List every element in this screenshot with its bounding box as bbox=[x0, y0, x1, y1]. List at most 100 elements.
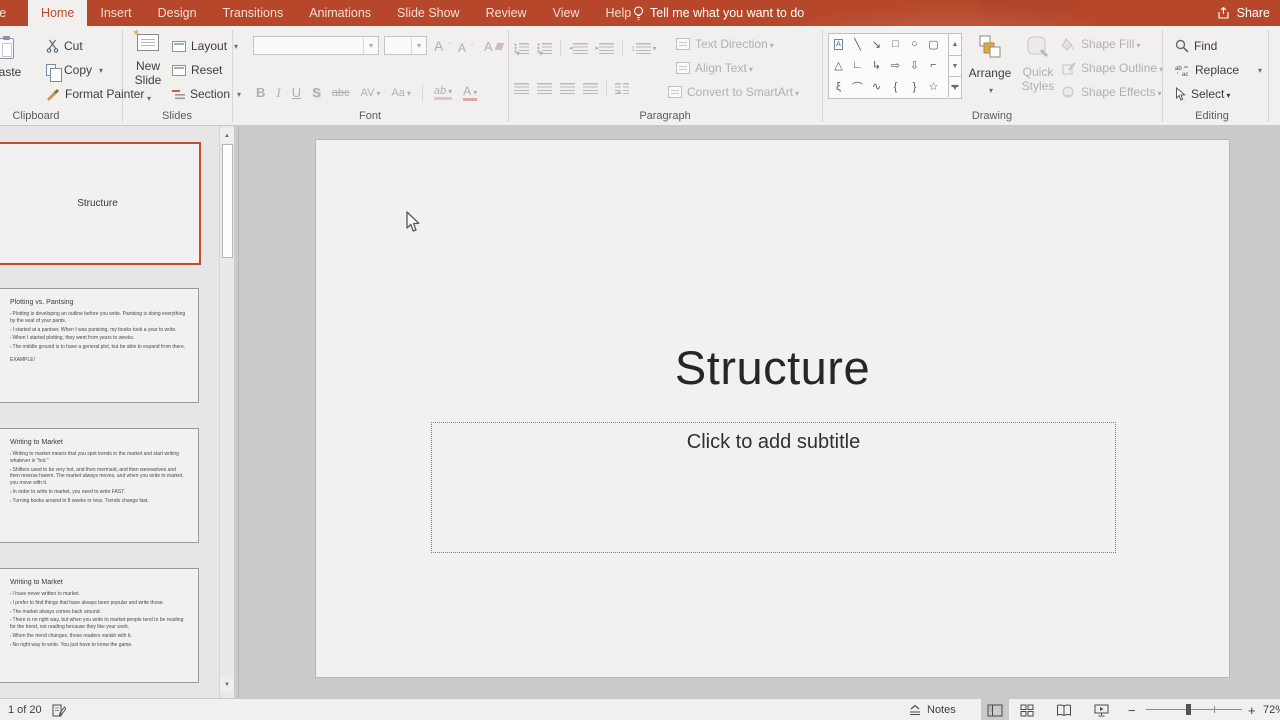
drawing-group-label: Drawing bbox=[971, 110, 1013, 122]
notes-button[interactable]: Notes bbox=[908, 699, 956, 720]
tab-home[interactable]: Home bbox=[28, 0, 88, 26]
gallery-scroll-up[interactable]: ▲ bbox=[948, 34, 961, 55]
zoom-level[interactable]: 72% bbox=[1263, 699, 1280, 720]
shrink-font-button[interactable]: Aˇ bbox=[458, 38, 473, 58]
shape-elbow-arrow[interactable]: ↳ bbox=[867, 55, 886, 75]
slide-title[interactable]: Structure bbox=[316, 340, 1229, 395]
shape-effects-button[interactable]: Shape Effects bbox=[1062, 82, 1162, 102]
highlight-color-button[interactable]: ab bbox=[433, 85, 453, 100]
align-right-button[interactable] bbox=[560, 82, 575, 94]
italic-button[interactable]: I bbox=[276, 85, 280, 101]
section-button[interactable]: Section bbox=[172, 84, 241, 104]
convert-to-smartart-button[interactable]: Convert to SmartArt bbox=[668, 82, 799, 102]
scrollbar-thumb[interactable] bbox=[221, 144, 233, 258]
shape-arrow[interactable]: ↘ bbox=[867, 34, 886, 54]
shape-arc[interactable]: ⌒ bbox=[848, 77, 867, 97]
shape-triangle[interactable]: △ bbox=[829, 55, 848, 75]
align-left-button[interactable] bbox=[514, 82, 529, 94]
align-center-button[interactable] bbox=[537, 82, 552, 94]
text-shadow-button[interactable]: S bbox=[312, 85, 321, 100]
shape-rounded-rectangle[interactable]: ▢ bbox=[924, 34, 943, 54]
shape-rectangle[interactable]: □ bbox=[886, 34, 905, 54]
bullets-button[interactable] bbox=[514, 42, 529, 54]
view-slide-sorter-button[interactable] bbox=[1013, 699, 1041, 720]
tab-animations[interactable]: Animations bbox=[296, 0, 384, 26]
new-slide-button[interactable]: ✶ New Slide bbox=[128, 28, 168, 106]
thumbnail-slide-4[interactable]: Writing to Market I have never written t… bbox=[0, 568, 199, 683]
shape-elbow[interactable]: ∟ bbox=[848, 55, 867, 75]
gallery-scroll-down[interactable]: ▼ bbox=[948, 55, 961, 76]
strikethrough-button[interactable]: abc bbox=[332, 87, 350, 99]
increase-indent-button[interactable]: ▸ bbox=[596, 42, 615, 54]
tell-me-box[interactable]: Tell me what you want to do bbox=[633, 0, 804, 26]
shape-outline-button[interactable]: Shape Outline bbox=[1062, 58, 1163, 78]
thumbnail-4-title: Writing to Market bbox=[10, 579, 63, 586]
justify-button[interactable] bbox=[583, 82, 598, 94]
subtitle-placeholder[interactable]: Click to add subtitle bbox=[431, 422, 1116, 553]
view-normal-button[interactable] bbox=[981, 699, 1009, 720]
layout-button[interactable]: Layout bbox=[172, 36, 238, 56]
bold-button[interactable]: B bbox=[256, 85, 265, 100]
tab-view[interactable]: View bbox=[540, 0, 593, 26]
tab-file[interactable]: File bbox=[0, 0, 18, 26]
scrollbar-up-arrow[interactable]: ▲ bbox=[220, 128, 234, 143]
shape-corner[interactable]: ⌐ bbox=[924, 55, 943, 75]
thumbnail-2-bullets: Plotting is developing an outline before… bbox=[10, 311, 186, 351]
clear-formatting-button[interactable]: A bbox=[484, 36, 504, 56]
tab-review[interactable]: Review bbox=[473, 0, 540, 26]
shape-line[interactable]: ╲ bbox=[848, 34, 867, 54]
find-button[interactable]: Find bbox=[1175, 36, 1217, 56]
shape-fill-button[interactable]: Shape Fill bbox=[1062, 34, 1140, 54]
select-button[interactable]: Select bbox=[1175, 84, 1230, 104]
tab-slide-show[interactable]: Slide Show bbox=[384, 0, 473, 26]
slide-canvas[interactable]: Structure Click to add subtitle bbox=[315, 139, 1230, 678]
tab-design[interactable]: Design bbox=[145, 0, 210, 26]
shape-right-arrow[interactable]: ⇨ bbox=[886, 55, 905, 75]
paste-button[interactable]: Paste bbox=[0, 36, 26, 79]
columns-button[interactable] bbox=[615, 82, 629, 94]
zoom-slider-track[interactable] bbox=[1146, 709, 1242, 710]
shape-curve[interactable]: ∿ bbox=[867, 77, 886, 97]
scrollbar-down-arrow[interactable]: ▼ bbox=[220, 677, 234, 692]
shape-right-brace[interactable]: } bbox=[905, 77, 924, 97]
line-spacing-button[interactable]: ↕ bbox=[631, 42, 657, 54]
zoom-out-button[interactable]: − bbox=[1128, 699, 1136, 720]
font-size-combo[interactable]: ▾ bbox=[384, 36, 427, 55]
underline-button[interactable]: U bbox=[292, 85, 301, 100]
thumbnail-slide-1[interactable]: Structure bbox=[0, 142, 201, 265]
view-reading-button[interactable] bbox=[1050, 699, 1078, 720]
character-spacing-button[interactable]: AV bbox=[361, 87, 381, 99]
shape-down-arrow[interactable]: ⇩ bbox=[905, 55, 924, 75]
shape-scribble[interactable]: ξ bbox=[829, 77, 848, 97]
quick-styles-button[interactable]: Quick Styles bbox=[1016, 32, 1060, 94]
tab-transitions[interactable]: Transitions bbox=[210, 0, 297, 26]
shape-oval[interactable]: ○ bbox=[905, 34, 924, 54]
shape-star[interactable]: ☆ bbox=[924, 77, 943, 97]
decrease-indent-button[interactable]: ◂ bbox=[569, 42, 588, 54]
change-case-button[interactable]: Aa bbox=[391, 87, 410, 99]
shape-textbox[interactable]: A bbox=[829, 34, 848, 54]
share-button[interactable]: Share bbox=[1217, 0, 1270, 26]
grow-font-button[interactable]: Aˆ bbox=[434, 36, 451, 56]
zoom-in-button[interactable]: + bbox=[1248, 699, 1256, 720]
replace-button[interactable]: ab ac Replace bbox=[1175, 60, 1262, 80]
copy-button[interactable]: Copy bbox=[46, 60, 103, 82]
font-color-button[interactable]: A bbox=[463, 84, 478, 101]
numbering-button[interactable] bbox=[537, 42, 552, 54]
thumbnail-slide-2[interactable]: Plotting vs. Pantsing Plotting is develo… bbox=[0, 288, 199, 403]
thumbnail-slide-3[interactable]: Writing to Market Writing to market mean… bbox=[0, 428, 199, 543]
text-direction-button[interactable]: Text Direction bbox=[676, 34, 774, 54]
thumbnail-4-bullets: I have never written to market. I prefer… bbox=[10, 591, 186, 648]
thumbnail-scrollbar[interactable]: ▲ ▼ bbox=[219, 126, 234, 698]
cut-button[interactable]: Cut bbox=[46, 36, 83, 56]
align-text-button[interactable]: Align Text bbox=[676, 58, 753, 78]
proofing-button[interactable] bbox=[52, 699, 66, 720]
shape-left-brace[interactable]: { bbox=[886, 77, 905, 97]
reset-button[interactable]: Reset bbox=[172, 60, 222, 80]
font-name-combo[interactable]: ▾ bbox=[253, 36, 379, 55]
view-slideshow-button[interactable] bbox=[1087, 699, 1115, 720]
zoom-slider-thumb[interactable] bbox=[1186, 704, 1191, 715]
gallery-more-button[interactable]: ▬ ▼ bbox=[948, 76, 961, 97]
tab-insert[interactable]: Insert bbox=[87, 0, 144, 26]
arrange-button[interactable]: Arrange bbox=[966, 32, 1014, 98]
